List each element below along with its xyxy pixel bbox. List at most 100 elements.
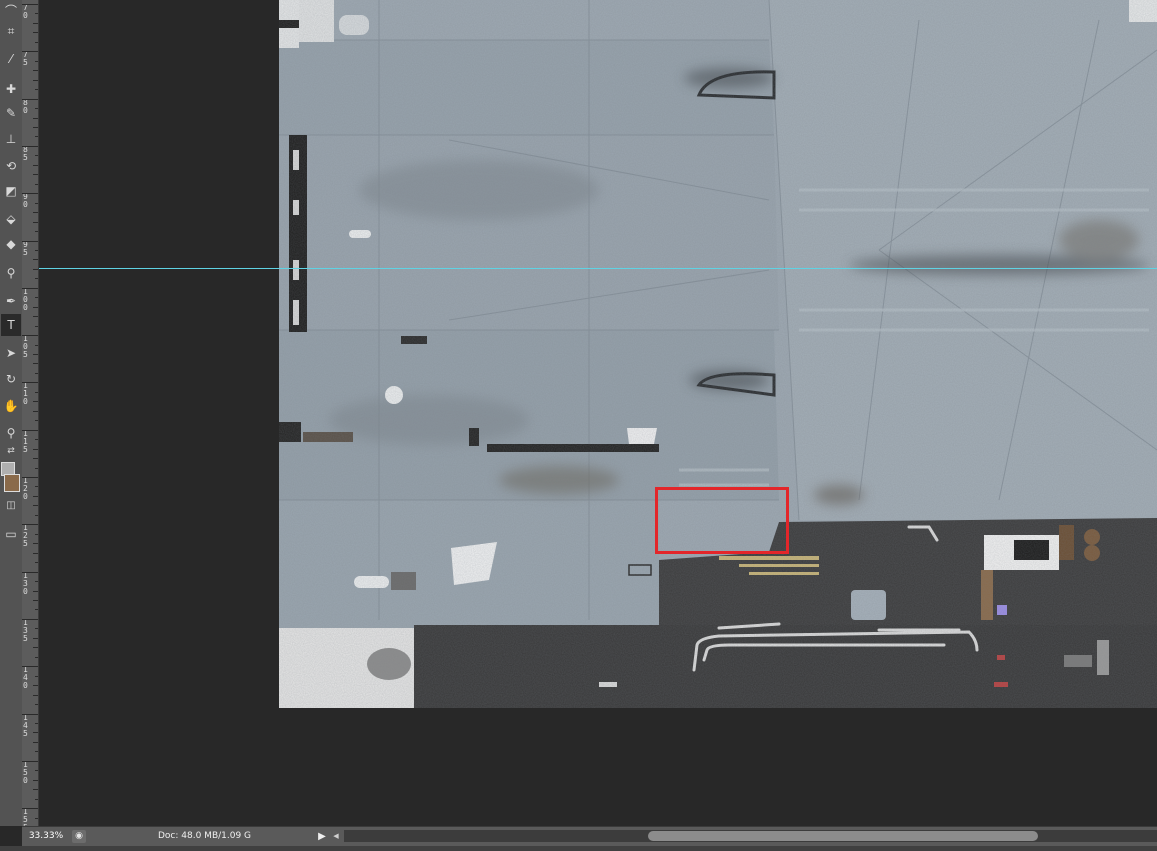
ruler-tick-label: 130 bbox=[23, 570, 28, 596]
ruler-tick-mark bbox=[22, 51, 38, 53]
status-bar: 33.33% ◉ Doc: 48.0 MB/1.09 G ▶ ◀ bbox=[22, 826, 1157, 846]
ruler-tick-mark bbox=[22, 618, 38, 620]
brush-tool-icon[interactable]: ✎ bbox=[1, 102, 21, 124]
status-info-icon[interactable]: ◉ bbox=[72, 830, 86, 843]
ruler-tick-label: 135 bbox=[23, 617, 28, 643]
ruler-tick-mark bbox=[22, 524, 38, 526]
ruler-minor-mark bbox=[33, 590, 38, 592]
ruler-tick-mark bbox=[22, 145, 38, 147]
ruler-minor-mark bbox=[33, 685, 38, 687]
ruler-minor-mark bbox=[35, 297, 38, 299]
type-tool-icon[interactable]: T bbox=[1, 314, 21, 336]
ruler-tick-mark bbox=[22, 98, 38, 100]
ruler-minor-mark bbox=[35, 770, 38, 772]
ruler-tick-mark bbox=[22, 808, 38, 810]
zoom-tool-icon[interactable]: ⚲ bbox=[1, 422, 21, 444]
screen-mode-icon[interactable]: ▭ bbox=[1, 524, 21, 544]
ruler-tick-label: 80 bbox=[23, 97, 28, 115]
red-highlight-box bbox=[655, 487, 789, 554]
horizontal-guide-line[interactable] bbox=[39, 268, 1157, 269]
history-brush-tool-icon[interactable]: ⟲ bbox=[1, 155, 21, 177]
ruler-minor-mark bbox=[35, 562, 38, 564]
ruler-minor-mark bbox=[35, 391, 38, 393]
ruler-minor-mark bbox=[35, 675, 38, 677]
scrollbar-thumb[interactable] bbox=[648, 831, 1038, 841]
ruler-minor-mark bbox=[35, 89, 38, 91]
ruler-minor-mark bbox=[35, 656, 38, 658]
texture-image bbox=[279, 0, 1157, 708]
ruler-tick-mark bbox=[22, 240, 38, 242]
ruler-minor-mark bbox=[35, 817, 38, 819]
ruler-tick-label: 155 bbox=[23, 807, 28, 826]
ruler-minor-mark bbox=[35, 722, 38, 724]
eraser-tool-icon[interactable]: ◩ bbox=[1, 180, 21, 202]
dodge-tool-icon[interactable]: ⚲ bbox=[1, 262, 21, 284]
ruler-minor-mark bbox=[35, 60, 38, 62]
ruler-minor-mark bbox=[33, 694, 38, 696]
ruler-minor-mark bbox=[33, 637, 38, 639]
ruler-tick-label: 145 bbox=[23, 712, 28, 738]
ruler-minor-mark bbox=[33, 448, 38, 450]
ruler-minor-mark bbox=[33, 789, 38, 791]
document-canvas[interactable] bbox=[279, 0, 1157, 708]
horizontal-scrollbar[interactable] bbox=[344, 830, 1157, 842]
ruler-minor-mark bbox=[35, 609, 38, 611]
zoom-level[interactable]: 33.33% bbox=[22, 827, 70, 846]
ruler-minor-mark bbox=[35, 202, 38, 204]
ruler-tick-mark bbox=[22, 477, 38, 478]
lasso-tool-icon[interactable]: ⌒ bbox=[1, 0, 21, 22]
swap-colors-icon[interactable]: ⇄ bbox=[1, 444, 21, 458]
ruler-minor-mark bbox=[33, 552, 38, 554]
ruler-tick-label: 75 bbox=[23, 50, 28, 68]
ruler-minor-mark bbox=[35, 108, 38, 110]
ruler-minor-mark bbox=[35, 581, 38, 583]
background-color-swatch[interactable] bbox=[4, 474, 20, 492]
ruler-minor-mark bbox=[35, 249, 38, 251]
ruler-tick-mark bbox=[22, 382, 38, 384]
ruler-minor-mark bbox=[35, 420, 38, 422]
ruler-minor-mark bbox=[35, 439, 38, 441]
ruler-minor-mark bbox=[33, 174, 38, 176]
status-menu-arrow-icon[interactable]: ▶ bbox=[316, 829, 328, 844]
ruler-minor-mark bbox=[33, 126, 38, 128]
ruler-minor-mark bbox=[33, 70, 38, 72]
ruler-tick-label: 100 bbox=[23, 286, 28, 312]
ruler-minor-mark bbox=[33, 22, 38, 24]
path-selection-tool-icon[interactable]: ➤ bbox=[1, 342, 21, 364]
tools-panel: ⌒ ⌗ ⁄ ✚ ✎ ⊥ ⟲ ◩ ⬙ ◆ ⚲ ✒ T ➤ ↻ ✋ ⚲ ⇄ ◫ ▭ bbox=[0, 0, 23, 826]
eyedropper-tool-icon[interactable]: ⁄ bbox=[1, 48, 21, 70]
ruler-minor-mark bbox=[33, 779, 38, 781]
ruler-minor-mark bbox=[35, 704, 38, 706]
ruler-minor-mark bbox=[33, 32, 38, 34]
ruler-tick-label: 150 bbox=[23, 759, 28, 785]
ruler-minor-mark bbox=[33, 505, 38, 507]
ruler-minor-mark bbox=[33, 268, 38, 270]
scroll-left-arrow-icon[interactable]: ◀ bbox=[331, 829, 341, 844]
hand-tool-icon[interactable]: ✋ bbox=[1, 395, 21, 417]
paint-bucket-tool-icon[interactable]: ⬙ bbox=[1, 208, 21, 230]
ruler-minor-mark bbox=[35, 183, 38, 185]
rotate-view-tool-icon[interactable]: ↻ bbox=[1, 368, 21, 390]
healing-brush-tool-icon[interactable]: ✚ bbox=[1, 78, 21, 100]
ruler-minor-mark bbox=[35, 486, 38, 488]
ruler-tick-mark bbox=[22, 713, 38, 715]
ruler-tick-mark bbox=[22, 760, 38, 762]
ruler-minor-mark bbox=[33, 647, 38, 649]
blur-tool-icon[interactable]: ◆ bbox=[1, 233, 21, 255]
ruler-minor-mark bbox=[33, 401, 38, 403]
ruler-minor-mark bbox=[33, 599, 38, 601]
ruler-tick-mark bbox=[22, 666, 38, 668]
clone-stamp-tool-icon[interactable]: ⊥ bbox=[1, 128, 21, 150]
pen-tool-icon[interactable]: ✒ bbox=[1, 290, 21, 312]
ruler-tick-label: 115 bbox=[23, 428, 28, 454]
ruler-minor-mark bbox=[35, 372, 38, 374]
ruler-minor-mark bbox=[33, 212, 38, 214]
ruler-minor-mark bbox=[33, 354, 38, 356]
ruler-minor-mark bbox=[35, 751, 38, 753]
ruler-tick-mark bbox=[22, 193, 38, 195]
ruler-minor-mark bbox=[35, 278, 38, 280]
crop-tool-icon[interactable]: ⌗ bbox=[1, 20, 21, 42]
ruler-minor-mark bbox=[35, 514, 38, 516]
ruler-minor-mark bbox=[35, 344, 38, 346]
quick-mask-icon[interactable]: ◫ bbox=[1, 498, 21, 514]
